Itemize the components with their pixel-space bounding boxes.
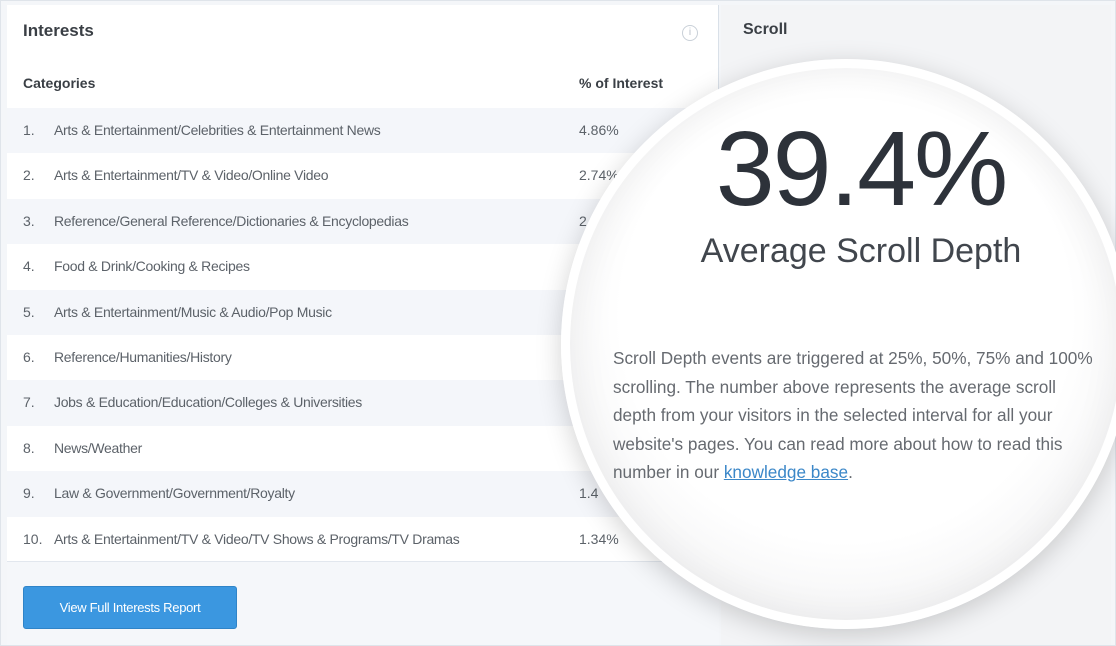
description-trailing: . [848, 462, 853, 482]
row-number: 7. [23, 394, 35, 411]
scroll-depth-value: 39.4% [715, 110, 1009, 228]
row-category: News/Weather [54, 439, 142, 456]
row-percent: 1.4 [579, 485, 599, 502]
row-category: Arts & Entertainment/TV & Video/Online V… [54, 167, 329, 184]
row-number: 4. [23, 258, 35, 275]
table-row: 1. Arts & Entertainment/Celebrities & Ent… [7, 108, 719, 154]
scroll-description: Scroll Depth events are triggered at 25%… [613, 344, 1103, 487]
row-number: 8. [23, 439, 35, 456]
scroll-title: Scroll [743, 21, 788, 38]
row-category: Reference/General Reference/Dictionaries… [54, 212, 409, 229]
knowledge-base-link[interactable]: knowledge base [724, 462, 848, 482]
column-header-percent: % of Interest [579, 75, 664, 91]
row-percent: 4.86% [579, 122, 619, 138]
row-number: 6. [23, 348, 35, 365]
row-percent: 1.34% [579, 530, 619, 547]
row-category: Arts & Entertainment/TV & Video/TV Shows… [54, 530, 460, 547]
view-full-interests-report-button[interactable]: View Full Interests Report [23, 586, 237, 629]
row-category: Food & Drink/Cooking & Recipes [54, 258, 250, 275]
info-icon[interactable]: i [682, 25, 698, 41]
row-number: 9. [23, 485, 35, 502]
table-header: Categories % of Interest [7, 65, 719, 103]
row-category: Arts & Entertainment/Music & Audio/Pop M… [54, 303, 332, 320]
row-category: Law & Government/Government/Royalty [54, 485, 295, 502]
screenshot-frame: Interests i Categories % of Interest 1. A… [0, 0, 1116, 646]
interests-title: Interests [23, 21, 94, 40]
row-number: 2. [23, 167, 35, 184]
column-header-categories: Categories [23, 75, 96, 91]
interests-footer: View Full Interests Report [7, 561, 719, 645]
row-category: Reference/Humanities/History [54, 348, 232, 365]
row-number: 1. [23, 122, 35, 138]
table-row: 10. Arts & Entertainment/TV & Video/TV Sh… [7, 516, 719, 562]
row-category: Jobs & Education/Education/Colleges & Un… [54, 394, 362, 411]
row-number: 3. [23, 212, 35, 229]
row-number: 10. [23, 530, 43, 547]
row-number: 5. [23, 303, 35, 320]
scroll-depth-label: Average Scroll Depth [700, 232, 1022, 270]
row-category: Arts & Entertainment/Celebrities & Enter… [54, 122, 381, 138]
